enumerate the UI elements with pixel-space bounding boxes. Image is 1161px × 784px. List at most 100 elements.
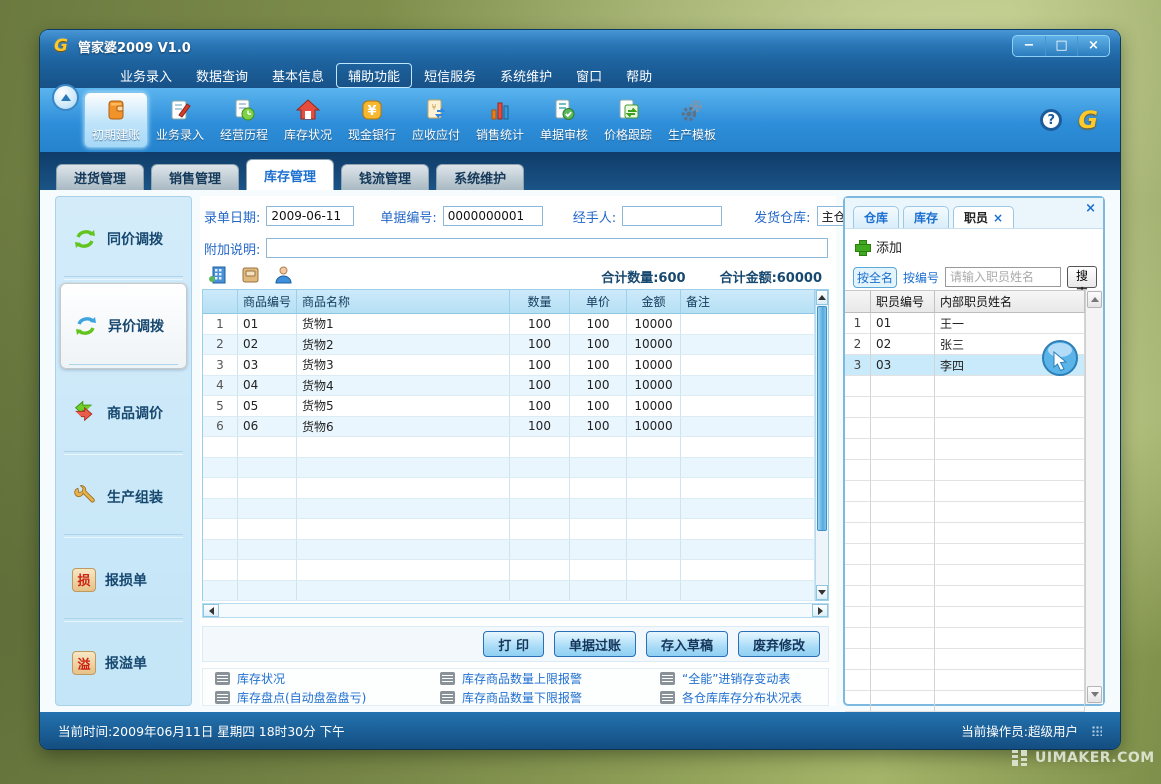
close-icon[interactable]: × (1077, 36, 1109, 56)
filter-by-fullname[interactable]: 按全名 (853, 267, 897, 288)
table-row-empty[interactable] (203, 581, 815, 602)
link-lower-limit-alert[interactable]: 库存商品数量下限报警 (440, 689, 660, 706)
table-row-empty[interactable] (203, 478, 815, 499)
scroll-up-icon[interactable] (1087, 291, 1102, 308)
sidebar-item-loss-report[interactable]: 损 报损单 (56, 538, 191, 621)
tab-cashflow-mgmt[interactable]: 钱流管理 (341, 164, 429, 190)
staff-row-empty[interactable] (845, 691, 1085, 712)
help-icon[interactable]: ? (1040, 109, 1062, 131)
staff-row-empty[interactable] (845, 481, 1085, 502)
sidebar-item-production-assembly[interactable]: 生产组装 (56, 455, 191, 538)
toolbar-item-inventory-status[interactable]: 库存状况 (276, 92, 340, 148)
toolbar-item-sales-statistics[interactable]: 销售统计 (468, 92, 532, 148)
print-button[interactable]: 打 印 (483, 631, 544, 657)
sidebar-item-overflow-report[interactable]: 溢 报溢单 (56, 622, 191, 705)
note-input[interactable] (266, 238, 828, 258)
search-button[interactable]: 搜索 (1067, 266, 1097, 288)
table-row[interactable]: 202货物210010010000 (203, 335, 815, 356)
resize-grip[interactable] (1092, 726, 1102, 736)
staff-row-empty[interactable] (845, 523, 1085, 544)
scroll-down-icon[interactable] (816, 585, 828, 600)
menu-item-help[interactable]: 帮助 (614, 63, 664, 88)
tab-inventory-mgmt[interactable]: 库存管理 (246, 159, 334, 190)
table-row-empty[interactable] (203, 540, 815, 561)
staff-row-empty[interactable] (845, 586, 1085, 607)
minimize-icon[interactable]: − (1013, 36, 1045, 56)
sidebar-item-price-adjust[interactable]: 商品调价 (56, 372, 191, 455)
table-row[interactable]: 606货物610010010000 (203, 417, 815, 438)
link-upper-limit-alert[interactable]: 库存商品数量上限报警 (440, 670, 660, 687)
menu-item-business-entry[interactable]: 业务录入 (108, 63, 184, 88)
scroll-left-icon[interactable] (203, 604, 219, 617)
staff-row-empty[interactable] (845, 502, 1085, 523)
menu-item-basic-info[interactable]: 基本信息 (260, 63, 336, 88)
staff-row-empty[interactable] (845, 376, 1085, 397)
staff-row-empty[interactable] (845, 439, 1085, 460)
table-row[interactable]: 404货物410010010000 (203, 376, 815, 397)
discard-changes-button[interactable]: 废弃修改 (738, 631, 820, 657)
link-allround-change-report[interactable]: “全能”进销存变动表 (660, 670, 842, 687)
toolbar-item-production-template[interactable]: 生产模板 (660, 92, 724, 148)
vertical-scrollbar[interactable] (815, 290, 828, 600)
staff-row-empty[interactable] (845, 565, 1085, 586)
staff-row[interactable]: 101王一 (845, 313, 1085, 334)
scroll-right-icon[interactable] (812, 604, 828, 617)
collapse-toolbar-button[interactable] (52, 84, 79, 111)
handler-input[interactable] (622, 206, 722, 226)
toolbar-item-cash-bank[interactable]: ¥ 现金银行 (340, 92, 404, 148)
sidebar-item-diff-price-transfer[interactable]: 异价调拨 (60, 283, 187, 368)
menu-item-sms-service[interactable]: 短信服务 (412, 63, 488, 88)
date-input[interactable] (266, 206, 354, 226)
staff-row-empty[interactable] (845, 418, 1085, 439)
doc-no-input[interactable] (443, 206, 543, 226)
table-row-empty[interactable] (203, 437, 815, 458)
scroll-down-icon[interactable] (1087, 686, 1102, 703)
staff-scrollbar[interactable] (1085, 290, 1103, 704)
maximize-icon[interactable]: □ (1045, 36, 1077, 56)
toolbar-item-initial-setup[interactable]: 初期建账 (84, 92, 148, 148)
toolbar-item-business-history[interactable]: 经营历程 (212, 92, 276, 148)
picker-tab-staff[interactable]: 职员× (953, 206, 1014, 228)
filter-by-code[interactable]: 按编号 (903, 269, 939, 286)
menu-item-aux-functions[interactable]: 辅助功能 (336, 63, 412, 88)
panel-close-icon[interactable]: × (1085, 201, 1096, 216)
table-row-empty[interactable] (203, 458, 815, 479)
toolbar-item-price-tracking[interactable]: 价格跟踪 (596, 92, 660, 148)
menu-item-window[interactable]: 窗口 (564, 63, 614, 88)
table-row-empty[interactable] (203, 499, 815, 520)
toolbar-item-business-entry[interactable]: 业务录入 (148, 92, 212, 148)
table-row[interactable]: 505货物510010010000 (203, 396, 815, 417)
tab-system-maintenance[interactable]: 系统维护 (436, 164, 524, 190)
picker-tab-warehouse[interactable]: 仓库 (853, 206, 899, 228)
menu-item-data-query[interactable]: 数据查询 (184, 63, 260, 88)
link-warehouse-distribution[interactable]: 各仓库库存分布状况表 (660, 689, 842, 706)
staff-row-empty[interactable] (845, 607, 1085, 628)
table-row[interactable]: 303货物310010010000 (203, 355, 815, 376)
sidebar-item-same-price-transfer[interactable]: 同价调拨 (56, 197, 191, 280)
toolbar-item-document-audit[interactable]: 单据审核 (532, 92, 596, 148)
toolbar-item-receivable-payable[interactable]: ¥ 应收应付 (404, 92, 468, 148)
scrollbar-thumb[interactable] (817, 306, 827, 531)
save-draft-button[interactable]: 存入草稿 (646, 631, 728, 657)
tab-close-icon[interactable]: × (993, 211, 1003, 225)
staff-row-empty[interactable] (845, 670, 1085, 691)
staff-row-empty[interactable] (845, 460, 1085, 481)
link-inventory-status[interactable]: 库存状况 (215, 670, 440, 687)
table-row-empty[interactable] (203, 519, 815, 540)
staff-picker-icon[interactable] (274, 265, 293, 288)
warehouse-picker-icon[interactable] (208, 265, 227, 288)
picker-tab-inventory[interactable]: 库存 (903, 206, 949, 228)
tab-sales-mgmt[interactable]: 销售管理 (151, 164, 239, 190)
menu-item-system-maintenance[interactable]: 系统维护 (488, 63, 564, 88)
scroll-up-icon[interactable] (816, 290, 828, 305)
table-row[interactable]: 101货物110010010000 (203, 314, 815, 335)
goods-picker-icon[interactable] (241, 265, 260, 288)
table-row-empty[interactable] (203, 560, 815, 581)
staff-row-empty[interactable] (845, 628, 1085, 649)
staff-row-empty[interactable] (845, 649, 1085, 670)
horizontal-scrollbar[interactable] (202, 603, 829, 618)
post-document-button[interactable]: 单据过账 (554, 631, 636, 657)
link-stocktaking[interactable]: 库存盘点(自动盘盈盘亏) (215, 689, 440, 706)
staff-row-empty[interactable] (845, 544, 1085, 565)
staff-row-empty[interactable] (845, 397, 1085, 418)
